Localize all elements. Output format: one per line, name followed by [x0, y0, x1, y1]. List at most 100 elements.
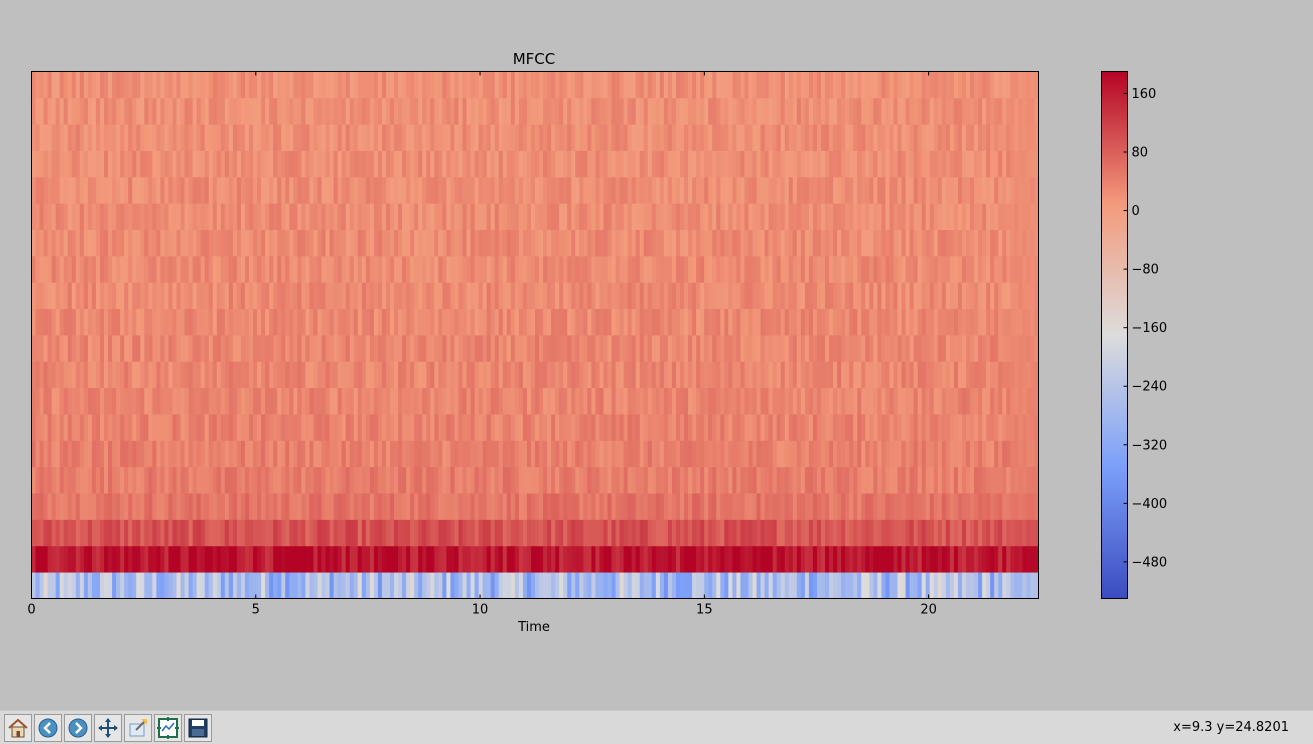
heatmap-cell	[933, 150, 939, 178]
heatmap-cell	[881, 361, 886, 389]
heatmap-cell	[535, 361, 540, 389]
heatmap-cell	[402, 545, 407, 573]
heatmap-cell	[917, 335, 923, 362]
heatmap-cell	[603, 545, 608, 573]
heatmap-cell	[406, 308, 411, 336]
heatmap-cell	[945, 545, 951, 573]
heatmap-cell	[87, 572, 93, 599]
heatmap-cell	[385, 124, 391, 151]
heatmap-cell	[232, 176, 238, 204]
heatmap-cell	[861, 308, 866, 336]
heatmap-cell	[293, 440, 298, 468]
heatmap-cell	[933, 387, 939, 415]
heatmap-cell	[680, 519, 685, 547]
heatmap-cell	[498, 176, 504, 204]
heatmap-cell	[820, 203, 826, 230]
heatmap-cell	[55, 124, 61, 151]
heatmap-cell	[1030, 493, 1035, 520]
heatmap-cell	[168, 308, 173, 336]
heatmap-cell	[35, 71, 40, 99]
heatmap-cell	[381, 229, 387, 257]
heatmap-cell	[398, 414, 403, 441]
heatmap-cell	[333, 308, 339, 336]
heatmap-cell	[796, 440, 802, 468]
heatmap-cell	[812, 414, 818, 441]
figure-canvas[interactable]: MFCC 0 5 10 15 20 Time 160 80 0 −80 −160 −240 −320…	[0, 0, 1313, 710]
heatmap-cell	[1014, 414, 1019, 441]
heatmap-cell	[845, 545, 850, 573]
heatmap-cell	[921, 361, 927, 389]
heatmap-cell	[925, 440, 931, 468]
heatmap-cell	[748, 414, 753, 441]
heatmap-cell	[825, 572, 830, 599]
heatmap-cell	[470, 414, 475, 441]
heatmap-cell	[812, 308, 818, 336]
heatmap-cell	[293, 176, 298, 204]
heatmap-cell	[837, 150, 842, 178]
heatmap-cell	[543, 203, 548, 230]
heatmap-cell	[309, 124, 314, 151]
heatmap-cell	[675, 255, 681, 283]
heatmap-cell	[913, 255, 919, 283]
heatmap-cell	[812, 519, 818, 547]
heatmap-cell	[579, 203, 584, 230]
heatmap-cell	[398, 308, 403, 336]
heatmap-cell	[228, 387, 234, 415]
heatmap-cell	[31, 308, 36, 336]
heatmap-cell	[901, 229, 906, 257]
heatmap-cell	[1002, 255, 1007, 283]
heatmap-cell	[740, 124, 745, 151]
heatmap-cell	[941, 387, 947, 415]
heatmap-cell	[559, 387, 564, 415]
heatmap-cell	[728, 203, 733, 230]
heatmap-cell	[361, 519, 367, 547]
heatmap-cell	[140, 176, 145, 204]
heatmap-cell	[422, 308, 427, 336]
heatmap-cell	[232, 282, 238, 310]
heatmap-cell	[849, 387, 854, 415]
heatmap-cell	[571, 203, 576, 230]
heatmap-cell	[732, 71, 737, 99]
heatmap-cell	[361, 229, 367, 257]
heatmap-cell	[615, 255, 620, 283]
heatmap-cell	[63, 335, 69, 362]
heatmap-cell	[95, 97, 101, 125]
heatmap-cell	[353, 493, 359, 520]
heatmap-cell	[478, 255, 484, 283]
heatmap-cell	[736, 71, 741, 99]
heatmap-cell	[381, 493, 387, 520]
heatmap-cell	[104, 176, 109, 204]
heatmap-cell	[1030, 203, 1035, 230]
heatmap-cell	[526, 282, 532, 310]
heatmap-cell	[780, 545, 786, 573]
heatmap-cell	[454, 124, 459, 151]
heatmap-cell	[764, 150, 770, 178]
heatmap-cell	[539, 176, 544, 204]
heatmap-cell	[921, 519, 927, 547]
heatmap-cell	[506, 150, 512, 178]
heatmap-cell	[651, 335, 657, 362]
heatmap-cell	[869, 308, 874, 336]
heatmap-cell	[63, 150, 69, 178]
heatmap-cell	[285, 361, 290, 389]
heatmap-cell	[240, 229, 246, 257]
heatmap-cell	[768, 97, 774, 125]
heatmap-cell	[945, 229, 951, 257]
heatmap-cell	[796, 361, 802, 389]
heatmap-cell	[535, 545, 540, 573]
heatmap-cell	[365, 493, 371, 520]
heatmap-cell	[75, 282, 81, 310]
heatmap-cell	[104, 414, 109, 441]
heatmap-cell	[39, 255, 44, 283]
heatmap-cell	[91, 282, 97, 310]
heatmap-cell	[917, 176, 923, 204]
heatmap-cell	[369, 361, 375, 389]
heatmap-cell	[994, 282, 999, 310]
heatmap-cell	[353, 71, 359, 99]
heatmap-cell	[1026, 466, 1031, 494]
heatmap-cell	[329, 203, 334, 230]
heatmap-cell	[812, 124, 818, 151]
heatmap-cell	[506, 255, 512, 283]
heatmap-cell	[684, 545, 689, 573]
heatmap-cell	[188, 71, 194, 99]
